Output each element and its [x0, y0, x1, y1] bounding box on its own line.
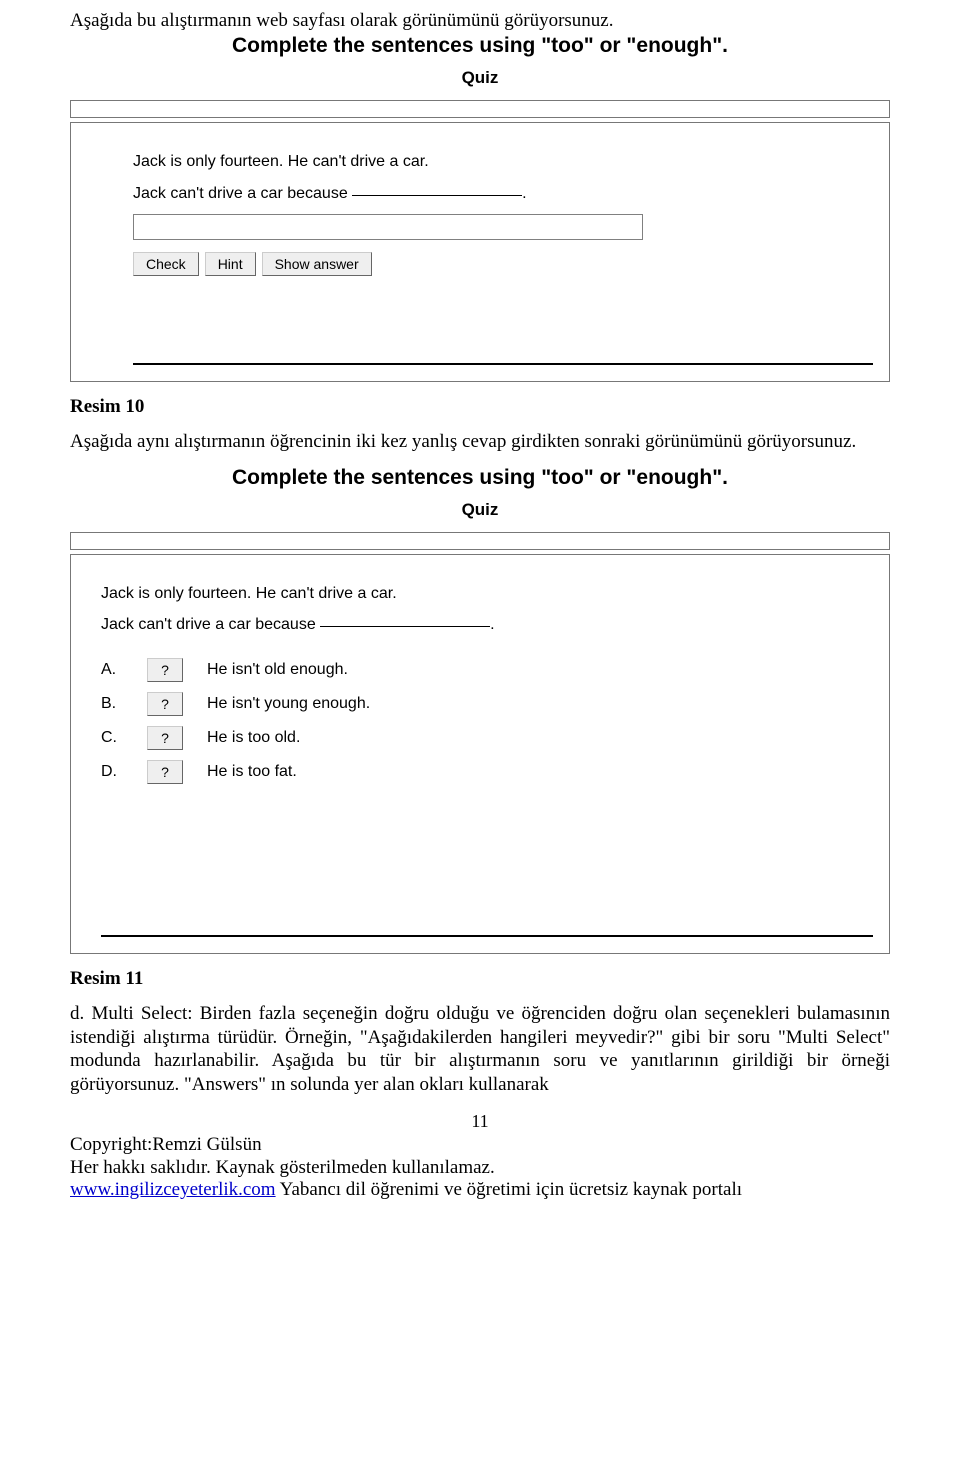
- footer-rights: Her hakkı saklıdır. Kaynak gösterilmeden…: [70, 1157, 890, 1180]
- option-label-a: A.: [101, 658, 147, 682]
- quiz-subtitle-2: Quiz: [70, 500, 890, 520]
- option-text-d: He is too fat.: [207, 760, 370, 784]
- button-row-1: Check Hint Show answer: [133, 252, 871, 276]
- box2-divider: [101, 935, 873, 937]
- option-text-b: He isn't young enough.: [207, 692, 370, 716]
- quiz-subtitle-1: Quiz: [70, 68, 890, 88]
- option-button-c[interactable]: ?: [147, 726, 183, 750]
- quiz-topbar-1: [70, 100, 890, 118]
- question-line-2a: Jack is only fourteen. He can't drive a …: [101, 583, 871, 605]
- question-line-2b: Jack can't drive a car because .: [101, 614, 871, 636]
- question-line-1b: Jack can't drive a car because .: [133, 183, 871, 205]
- answer-input[interactable]: [133, 214, 643, 240]
- mid-paragraph: Aşağıda aynı alıştırmanın öğrencinin iki…: [70, 430, 890, 454]
- option-label-d: D.: [101, 760, 147, 784]
- figure-caption-11: Resim 11: [70, 968, 890, 990]
- page-number: 11: [70, 1111, 890, 1132]
- option-label-c: C.: [101, 726, 147, 750]
- option-button-b[interactable]: ?: [147, 692, 183, 716]
- quiz-block-1: Complete the sentences using "too" or "e…: [70, 34, 890, 382]
- question-box-2: Jack is only fourteen. He can't drive a …: [70, 554, 890, 954]
- quiz-block-2: Complete the sentences using "too" or "e…: [70, 466, 890, 954]
- quiz-title-2: Complete the sentences using "too" or "e…: [70, 466, 890, 490]
- footer-tail: Yabancı dil öğrenimi ve öğretimi için üc…: [276, 1179, 742, 1200]
- check-button[interactable]: Check: [133, 252, 199, 276]
- question-box-1: Jack is only fourteen. He can't drive a …: [70, 122, 890, 382]
- option-text-a: He isn't old enough.: [207, 658, 370, 682]
- option-row-c: C. ? He is too old.: [101, 726, 370, 750]
- footer-link[interactable]: www.ingilizceyeterlik.com: [70, 1179, 276, 1200]
- option-row-b: B. ? He isn't young enough.: [101, 692, 370, 716]
- footer-link-line: www.ingilizceyeterlik.com Yabancı dil öğ…: [70, 1179, 890, 1202]
- body-paragraph-d: d. Multi Select: Birden fazla seçeneğin …: [70, 1002, 890, 1097]
- figure-caption-10: Resim 10: [70, 396, 890, 418]
- show-answer-button[interactable]: Show answer: [262, 252, 372, 276]
- intro-text-1: Aşağıda bu alıştırmanın web sayfası olar…: [70, 10, 890, 32]
- option-label-b: B.: [101, 692, 147, 716]
- quiz-topbar-2: [70, 532, 890, 550]
- option-button-a[interactable]: ?: [147, 658, 183, 682]
- option-row-d: D. ? He is too fat.: [101, 760, 370, 784]
- options-table: A. ? He isn't old enough. B. ? He isn't …: [101, 648, 370, 794]
- quiz-title-1: Complete the sentences using "too" or "e…: [70, 34, 890, 58]
- option-button-d[interactable]: ?: [147, 760, 183, 784]
- footer-copyright: Copyright:Remzi Gülsün: [70, 1134, 890, 1157]
- option-text-c: He is too old.: [207, 726, 370, 750]
- box1-divider: [133, 363, 873, 365]
- question-line-1a: Jack is only fourteen. He can't drive a …: [133, 151, 871, 173]
- option-row-a: A. ? He isn't old enough.: [101, 658, 370, 682]
- hint-button[interactable]: Hint: [205, 252, 256, 276]
